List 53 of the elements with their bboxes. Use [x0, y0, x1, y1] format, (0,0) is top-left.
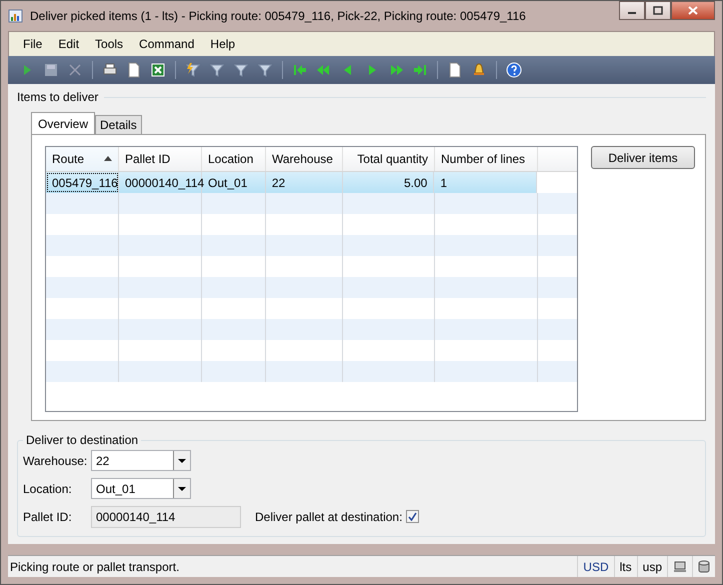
- company-indicator[interactable]: lts: [614, 556, 637, 577]
- help-icon[interactable]: [506, 62, 522, 78]
- column-header[interactable]: Number of lines: [435, 147, 538, 171]
- location-dropdown[interactable]: Out_01: [91, 478, 191, 499]
- currency-indicator[interactable]: USD: [577, 556, 614, 577]
- minimize-button[interactable]: [619, 1, 645, 20]
- spreadsheet-icon[interactable]: [150, 62, 166, 78]
- checkbox-label: Deliver pallet at destination:: [255, 510, 402, 524]
- menu-item[interactable]: File: [15, 37, 50, 51]
- last-record-icon[interactable]: [412, 62, 428, 78]
- menu-item[interactable]: Edit: [50, 37, 88, 51]
- filter-icon[interactable]: [257, 62, 273, 78]
- database-icon[interactable]: [698, 560, 710, 573]
- lightning-filter-icon[interactable]: [185, 62, 201, 78]
- deliver-items-button[interactable]: Deliver items: [591, 146, 695, 169]
- checkmark-icon: [408, 512, 418, 521]
- bell-icon[interactable]: [471, 62, 487, 78]
- column-header[interactable]: Total quantity: [343, 147, 435, 171]
- field-label: Pallet ID:: [23, 510, 73, 524]
- first-record-icon[interactable]: [292, 62, 308, 78]
- column-header[interactable]: Pallet ID: [119, 147, 202, 171]
- dropdown-arrow-icon: [178, 458, 186, 462]
- tab[interactable]: Details: [95, 115, 142, 134]
- computer-icon[interactable]: [673, 560, 687, 572]
- group-title: Deliver to destination: [25, 433, 140, 447]
- window-title: Deliver picked items (1 - lts) - Picking route: 005479_116, Pick-22, Picking route: 005479_116: [30, 9, 526, 23]
- column-header[interactable]: Route: [46, 147, 119, 171]
- maximize-button[interactable]: [645, 1, 671, 20]
- field-label: Location:: [23, 482, 73, 496]
- pallet-id-field[interactable]: 00000140_114: [91, 506, 241, 528]
- field-label: Warehouse:: [23, 454, 88, 468]
- layer-indicator[interactable]: usp: [636, 556, 667, 577]
- column-header[interactable]: Location: [202, 147, 266, 171]
- close-icon: [688, 6, 698, 15]
- column-header[interactable]: Warehouse: [266, 147, 343, 171]
- app-icon: [8, 8, 24, 24]
- group-title: Items to deliver: [17, 90, 98, 104]
- save-icon[interactable]: [43, 62, 59, 78]
- menu-item[interactable]: Command: [131, 37, 202, 51]
- maximize-icon: [653, 6, 663, 15]
- table-row[interactable]: 005479_116 00000140_114 Out_01 22 5.00 1: [46, 172, 537, 193]
- menu-item[interactable]: Help: [202, 37, 244, 51]
- warehouse-dropdown[interactable]: 22: [91, 450, 191, 471]
- sort-ascending-icon: [104, 156, 112, 161]
- tab[interactable]: Overview: [31, 112, 96, 134]
- delete-icon[interactable]: [67, 62, 83, 78]
- close-button[interactable]: [671, 1, 715, 20]
- next-page-icon[interactable]: [388, 62, 404, 78]
- status-text: Picking route or pallet transport.: [9, 560, 180, 574]
- deliver-pallet-checkbox[interactable]: [406, 510, 420, 523]
- dropdown-arrow-icon: [178, 486, 186, 490]
- previous-page-icon[interactable]: [316, 62, 332, 78]
- menu-item[interactable]: Tools: [87, 37, 132, 51]
